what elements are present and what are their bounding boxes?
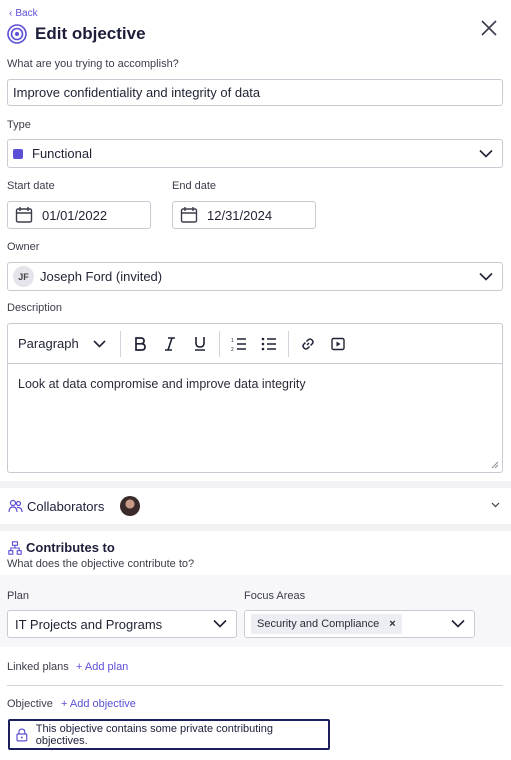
description-text: Look at data compromise and improve data… xyxy=(18,377,306,391)
toolbar-divider xyxy=(218,330,220,357)
owner-select[interactable]: JF Joseph Ford (invited) xyxy=(7,262,503,291)
start-date-label: Start date xyxy=(7,180,55,192)
link-button[interactable] xyxy=(293,325,323,363)
calendar-icon xyxy=(15,207,33,223)
chevron-down-icon xyxy=(479,272,493,281)
chevron-down-icon xyxy=(491,502,500,508)
resize-handle-icon[interactable] xyxy=(490,460,499,469)
toolbar-divider xyxy=(119,330,121,357)
bullet-list-button[interactable] xyxy=(254,325,284,363)
private-notice-text: This objective contains some private con… xyxy=(35,722,273,747)
block-style-value: Paragraph xyxy=(18,336,79,351)
description-label: Description xyxy=(7,302,63,314)
italic-button[interactable] xyxy=(155,325,185,363)
svg-text:2: 2 xyxy=(231,347,234,351)
link-icon xyxy=(301,337,314,350)
focus-area-tag: Security and Compliance × xyxy=(251,614,402,634)
plan-select[interactable]: IT Projects and Programs xyxy=(7,610,237,638)
add-objective-link[interactable]: + Add objective xyxy=(61,698,136,710)
end-date-label: End date xyxy=(172,180,217,192)
italic-icon xyxy=(164,336,175,351)
owner-value: Joseph Ford (invited) xyxy=(40,269,163,284)
page-header: Edit objective xyxy=(7,24,146,44)
underline-icon xyxy=(194,337,205,351)
ordered-list-button[interactable]: 12 xyxy=(224,325,254,363)
calendar-icon xyxy=(180,207,198,223)
section-divider xyxy=(0,524,511,531)
svg-text:1: 1 xyxy=(231,338,234,344)
add-plan-link[interactable]: + Add plan xyxy=(76,661,128,673)
collaborators-title: Collaborators xyxy=(27,498,105,514)
section-divider xyxy=(0,481,511,488)
type-color-swatch xyxy=(13,148,23,159)
contributes-header: Contributes to xyxy=(8,540,115,555)
bold-button[interactable] xyxy=(125,325,155,363)
embed-video-button[interactable] xyxy=(323,325,353,363)
bullet-list-icon xyxy=(261,337,276,350)
video-icon xyxy=(331,337,345,350)
focus-areas-select[interactable]: Security and Compliance × xyxy=(244,610,475,638)
end-date-value: 12/31/2024 xyxy=(207,207,273,223)
remove-tag-icon[interactable]: × xyxy=(389,618,395,630)
contributes-subtitle: What does the objective contribute to? xyxy=(7,558,195,570)
lock-icon xyxy=(16,728,28,741)
hierarchy-icon xyxy=(8,540,22,555)
start-date-input[interactable]: 01/01/2022 xyxy=(7,201,151,229)
plan-label: Plan xyxy=(7,590,30,602)
avatar xyxy=(120,496,141,516)
chevron-down-icon xyxy=(213,619,227,628)
linked-plans-label: Linked plans xyxy=(7,661,69,673)
chevron-down-icon xyxy=(451,619,465,628)
type-value: Functional xyxy=(32,146,92,161)
focus-area-tag-label: Security and Compliance xyxy=(257,618,380,630)
ordered-list-icon: 12 xyxy=(231,338,246,351)
users-icon xyxy=(8,499,23,513)
contributes-title: Contributes to xyxy=(26,540,115,555)
chevron-down-icon xyxy=(479,149,493,158)
type-label: Type xyxy=(7,119,31,131)
divider xyxy=(7,685,503,686)
editor-toolbar: Paragraph 12 xyxy=(7,323,503,363)
description-editor[interactable]: Look at data compromise and improve data… xyxy=(7,363,503,473)
objective-label: What are you trying to accomplish? xyxy=(7,58,179,70)
objective-input[interactable]: Improve confidentiality and integrity of… xyxy=(7,79,503,106)
collaborators-toggle[interactable]: Collaborators xyxy=(0,488,511,524)
toolbar-divider xyxy=(287,330,289,357)
objective-value: Improve confidentiality and integrity of… xyxy=(13,85,261,100)
close-icon[interactable] xyxy=(479,18,499,38)
focus-areas-label: Focus Areas xyxy=(244,590,306,602)
chevron-down-icon xyxy=(93,339,106,348)
plan-value: IT Projects and Programs xyxy=(15,616,163,632)
type-select[interactable]: Functional xyxy=(7,139,503,168)
collaborators-header: Collaborators xyxy=(8,499,104,514)
avatar: JF xyxy=(13,266,34,287)
owner-label: Owner xyxy=(7,241,40,253)
target-icon xyxy=(7,24,27,44)
back-label: Back xyxy=(15,8,38,19)
block-style-select[interactable]: Paragraph xyxy=(8,325,116,363)
objective-section-label: Objective xyxy=(7,698,53,710)
start-date-value: 01/01/2022 xyxy=(42,207,108,223)
private-objectives-notice: This objective contains some private con… xyxy=(8,719,330,750)
bold-icon xyxy=(134,336,146,351)
page-title: Edit objective xyxy=(35,24,146,43)
chevron-left-icon: ‹ xyxy=(9,8,13,19)
end-date-input[interactable]: 12/31/2024 xyxy=(172,201,316,229)
back-link[interactable]: ‹ Back xyxy=(9,8,38,19)
underline-button[interactable] xyxy=(185,325,215,363)
